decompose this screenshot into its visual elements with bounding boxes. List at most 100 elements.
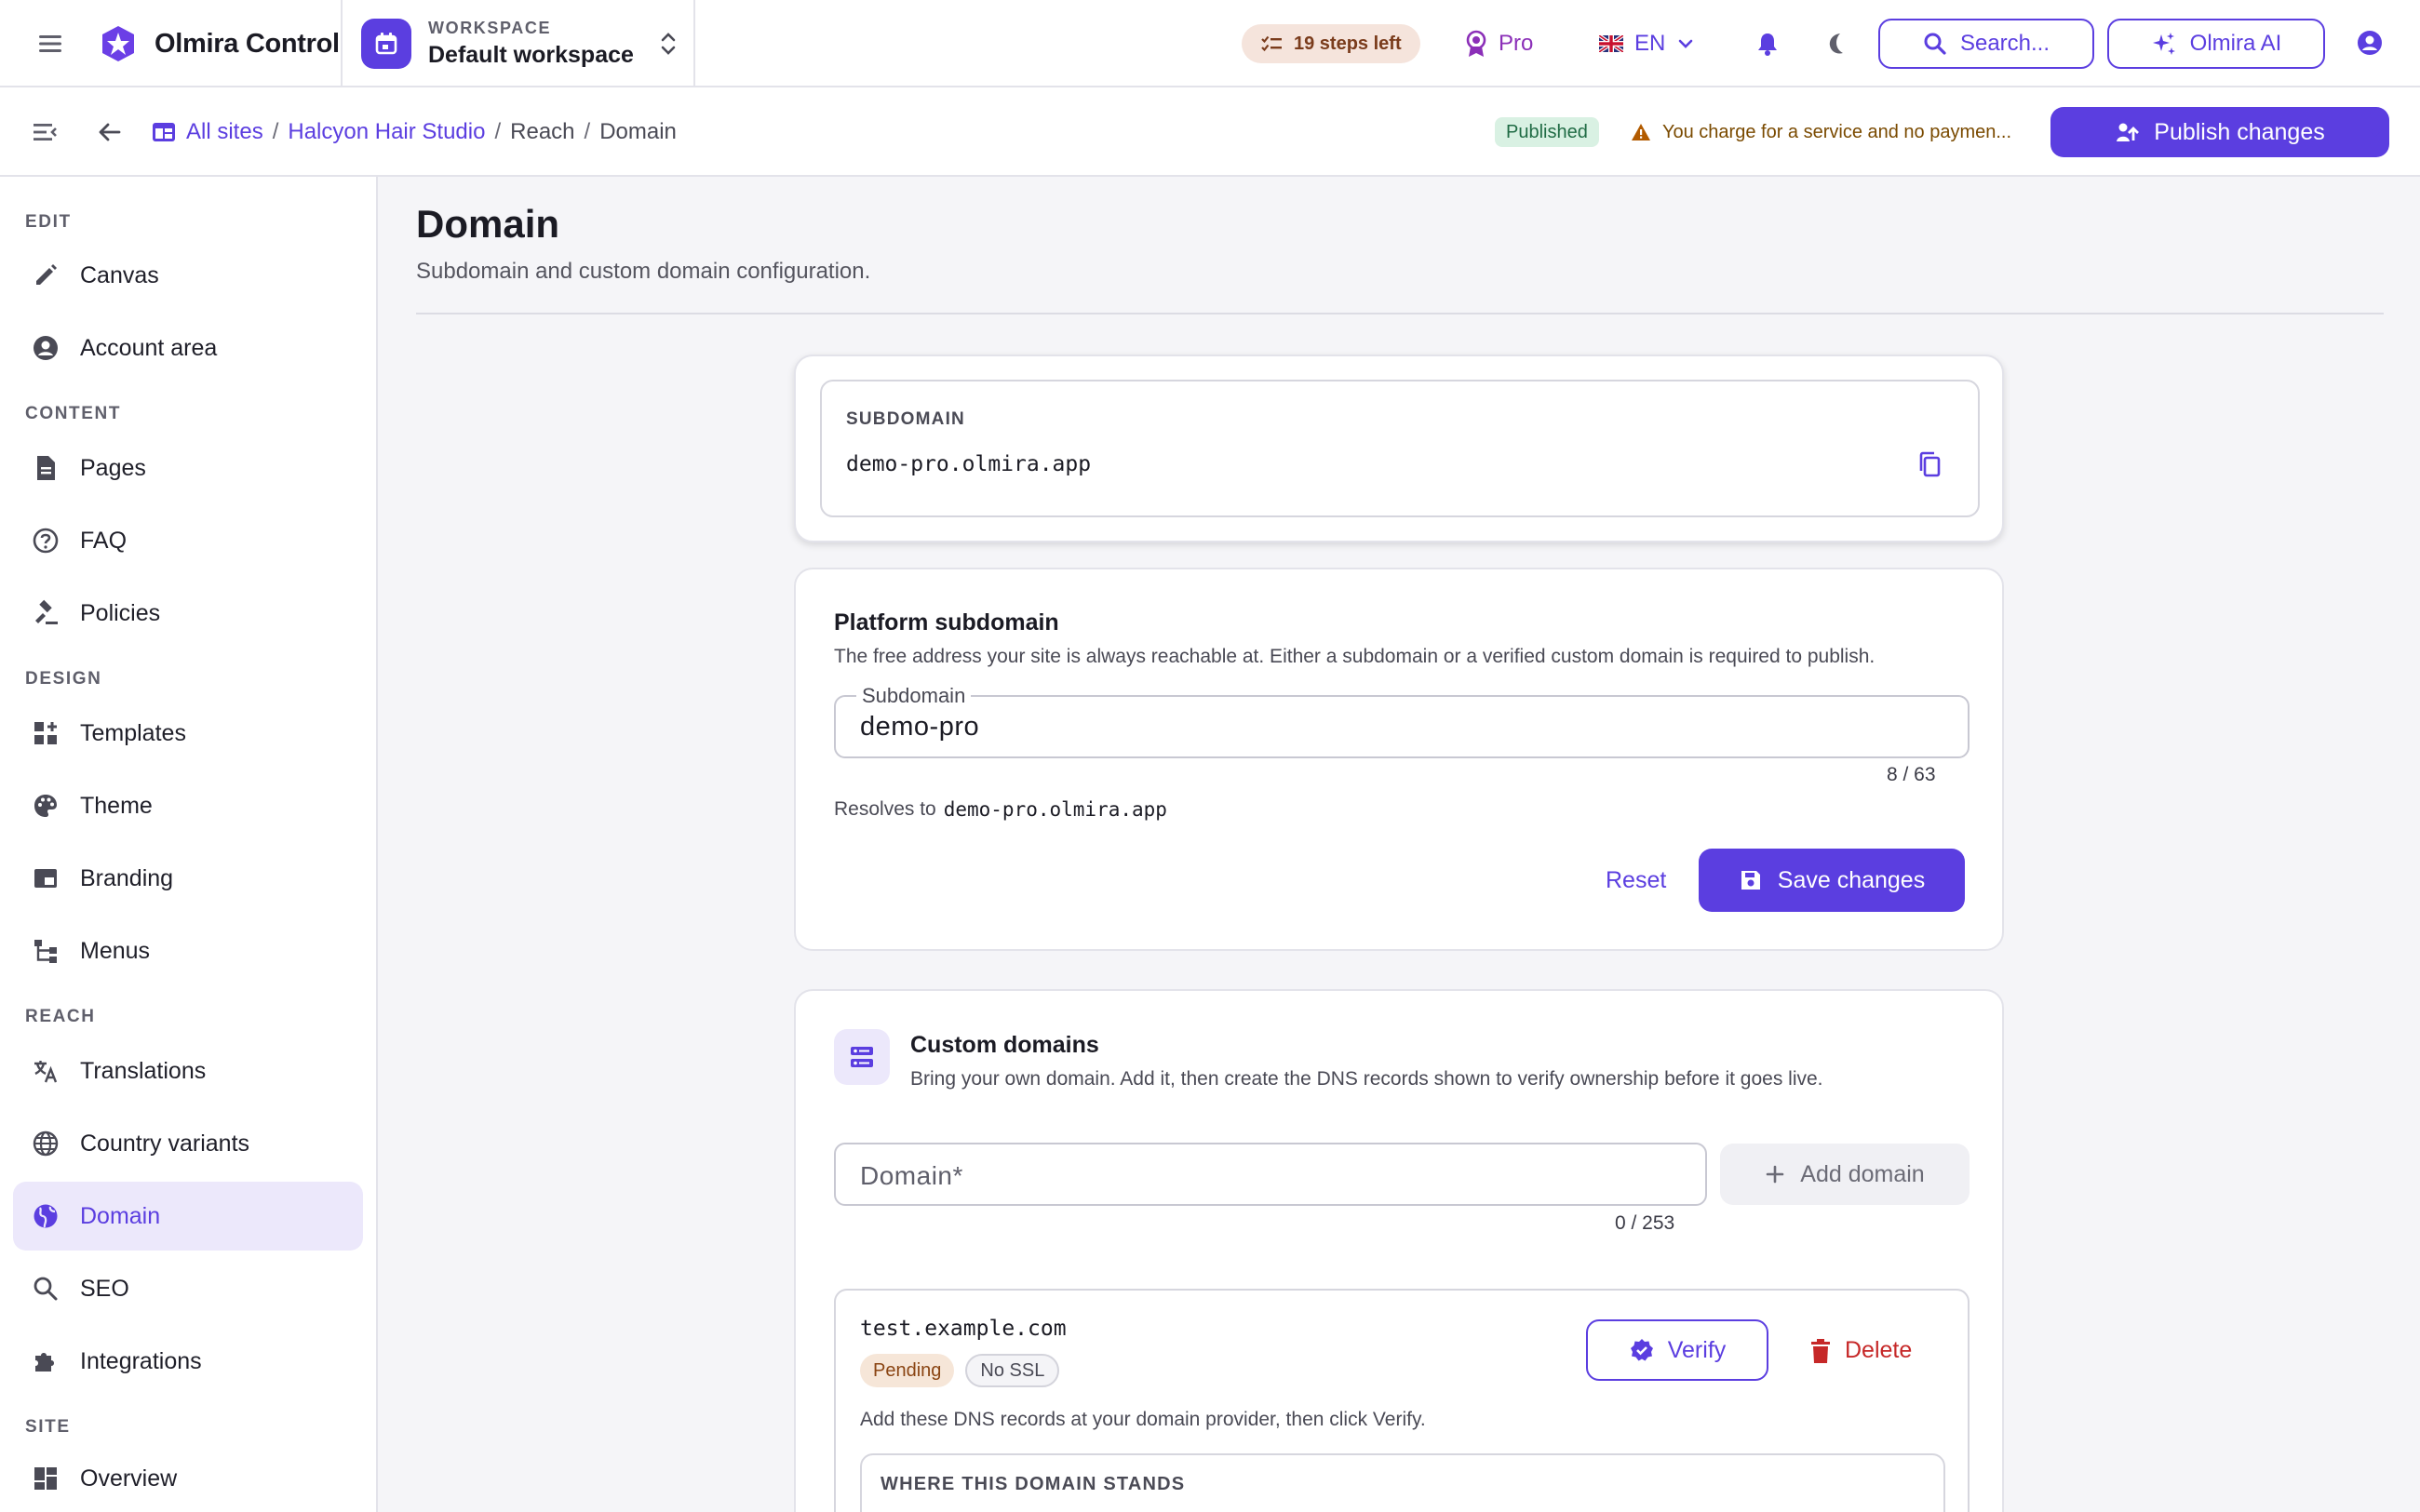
- sidebar-item-label: Canvas: [80, 261, 159, 288]
- domain-entry: test.example.com Pending No SSL Verify D…: [834, 1289, 1970, 1512]
- language-selector[interactable]: EN: [1599, 26, 1695, 61]
- app-name: Olmira Control: [155, 28, 340, 59]
- dashboard-customize-icon: [34, 722, 57, 744]
- workspace-switcher[interactable]: WORKSPACE Default workspace: [361, 19, 679, 69]
- account-icon[interactable]: [2353, 26, 2386, 60]
- add-domain-button[interactable]: Add domain: [1720, 1144, 1970, 1205]
- sidebar-item-policies[interactable]: Policies: [13, 579, 363, 648]
- breadcrumb-all-sites[interactable]: All sites: [186, 119, 263, 145]
- delete-button[interactable]: Delete: [1809, 1337, 1912, 1364]
- domain-input-field[interactable]: Domain*: [834, 1143, 1707, 1206]
- sparkle-icon: [2152, 33, 2175, 55]
- plus-icon: [1766, 1165, 1784, 1184]
- sidebar-item-label: Account area: [80, 334, 218, 361]
- pencil-icon: [36, 264, 57, 285]
- sidebar-item-seo[interactable]: SEO: [13, 1254, 363, 1323]
- breadcrumb-separator: /: [494, 119, 502, 144]
- reset-button[interactable]: Reset: [1606, 867, 1666, 894]
- sidebar-item-faq[interactable]: FAQ: [13, 506, 363, 575]
- menu-icon[interactable]: [32, 28, 69, 60]
- search-button[interactable]: Search...: [1878, 19, 2094, 69]
- published-status: Published: [1495, 117, 1599, 147]
- sidebar-item-pages[interactable]: Pages: [13, 434, 363, 502]
- breadcrumb-separator: /: [584, 119, 591, 144]
- sidebar-item-canvas[interactable]: Canvas: [13, 241, 363, 310]
- breadcrumb-site[interactable]: Halcyon Hair Studio: [288, 119, 485, 145]
- search-icon: [34, 1277, 58, 1301]
- domain-input-placeholder[interactable]: Domain*: [860, 1161, 963, 1191]
- sidebar-item-overview[interactable]: Overview: [13, 1444, 363, 1512]
- translate-icon: [34, 1061, 58, 1083]
- section-label-design: DESIGN: [25, 669, 102, 689]
- divider: [693, 0, 695, 87]
- ssl-badge: No SSL: [965, 1354, 1060, 1387]
- subdomain-input-field[interactable]: Subdomain demo-pro: [834, 684, 1970, 758]
- sidebar-item-branding[interactable]: Branding: [13, 844, 363, 913]
- sidebar-item-domain[interactable]: Domain: [13, 1182, 363, 1251]
- ai-assistant-button[interactable]: Olmira AI: [2107, 19, 2325, 69]
- branding-icon: [34, 869, 57, 888]
- warning-icon: [1632, 124, 1650, 140]
- section-label-reach: REACH: [25, 1007, 96, 1026]
- puzzle-icon: [35, 1353, 54, 1372]
- subdomain-value: demo-pro.olmira.app: [846, 452, 1092, 476]
- subdomain-field-label: Subdomain: [856, 684, 972, 708]
- sidebar-item-integrations[interactable]: Integrations: [13, 1327, 363, 1396]
- sidebar-item-account-area[interactable]: Account area: [13, 314, 363, 382]
- section-label-site: SITE: [25, 1417, 71, 1437]
- section-label-content: CONTENT: [25, 404, 122, 423]
- chevron-down-icon: [1679, 39, 1693, 48]
- page-subtitle: Subdomain and custom domain configuratio…: [416, 259, 871, 284]
- sidebar-item-menus[interactable]: Menus: [13, 917, 363, 985]
- delete-label: Delete: [1845, 1337, 1913, 1363]
- save-label: Save changes: [1777, 866, 1926, 893]
- domain-character-counter: 0 / 253: [1615, 1212, 1675, 1234]
- back-arrow-icon[interactable]: [93, 115, 127, 149]
- custom-domains-title: Custom domains: [910, 1032, 1099, 1058]
- app-logo[interactable]: Olmira Control: [99, 23, 340, 64]
- payment-warning[interactable]: You charge for a service and no paymen..…: [1631, 114, 2011, 151]
- sidebar-item-label: Policies: [80, 599, 161, 626]
- resolves-to-line: Resolves to demo-pro.olmira.app: [834, 798, 1167, 821]
- sidebar-item-country-variants[interactable]: Country variants: [13, 1109, 363, 1178]
- sidebar-item-label: Menus: [80, 937, 151, 964]
- status-badge: Published: [1495, 117, 1599, 147]
- logo-icon: [102, 26, 134, 61]
- subdomain-input[interactable]: demo-pro: [860, 712, 979, 743]
- moon-icon[interactable]: [1819, 26, 1854, 61]
- sidebar-item-label: Domain: [80, 1202, 161, 1229]
- sidebar-item-translations[interactable]: Translations: [13, 1037, 363, 1105]
- publish-options-chevron-icon[interactable]: [2360, 117, 2390, 147]
- sidebar-item-label: Translations: [80, 1057, 207, 1084]
- pending-badge: Pending: [860, 1354, 955, 1387]
- warning-text: You charge for a service and no paymen..…: [1662, 121, 2012, 142]
- breadcrumb-separator: /: [272, 119, 279, 144]
- search-label: Search...: [1959, 31, 2050, 56]
- trash-icon: [1811, 1338, 1830, 1363]
- workspace-label: WORKSPACE: [428, 19, 552, 37]
- save-changes-button[interactable]: Save changes: [1699, 849, 1965, 912]
- copy-icon[interactable]: [1916, 450, 1943, 483]
- bell-icon[interactable]: [1750, 26, 1785, 61]
- uk-flag-icon: [1599, 35, 1623, 52]
- plan-badge[interactable]: Pro: [1465, 26, 1533, 61]
- plan-text: Pro: [1499, 31, 1534, 56]
- subdomain-label: SUBDOMAIN: [846, 409, 965, 429]
- publish-icon: [2117, 123, 2140, 141]
- sidebar-item-templates[interactable]: Templates: [13, 699, 363, 768]
- sidebar-item-label: Overview: [80, 1465, 178, 1492]
- resolves-value: demo-pro.olmira.app: [943, 798, 1167, 821]
- sidebar-item-label: Branding: [80, 864, 174, 891]
- header-divider: [416, 313, 2384, 314]
- sidebar-item-theme[interactable]: Theme: [13, 771, 363, 840]
- search-icon: [1924, 33, 1946, 55]
- site-toolbar: All sites / Halcyon Hair Studio / Reach …: [0, 87, 2420, 177]
- platform-subdomain-description: The free address your site is always rea…: [834, 646, 1876, 667]
- dashboard-icon: [34, 1467, 57, 1490]
- publish-changes-button[interactable]: Publish changes: [2050, 107, 2389, 157]
- collapse-sidebar-icon[interactable]: [28, 117, 61, 147]
- onboarding-steps[interactable]: 19 steps left: [1242, 24, 1420, 63]
- subdomain-summary-card: SUBDOMAIN demo-pro.olmira.app: [794, 355, 2004, 542]
- verify-button[interactable]: Verify: [1586, 1319, 1768, 1381]
- sidebar-item-label: Theme: [80, 792, 153, 819]
